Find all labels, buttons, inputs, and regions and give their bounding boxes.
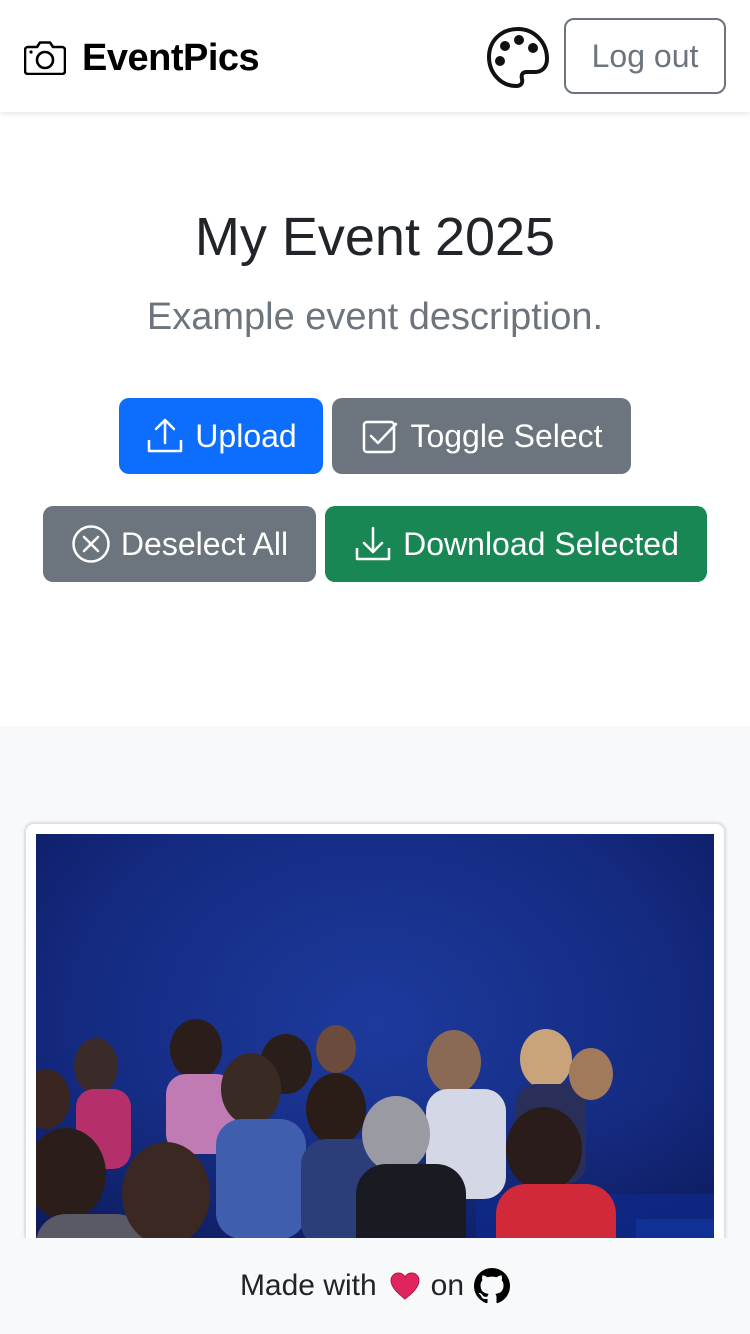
upload-label: Upload (195, 417, 297, 454)
download-selected-label: Download Selected (403, 525, 679, 562)
toggle-select-label: Toggle Select (410, 417, 603, 454)
footer-on-text: on (430, 1269, 465, 1302)
camera-icon (24, 41, 66, 75)
footer: Made with on (0, 1238, 750, 1334)
top-navbar: EventPics Log out (0, 0, 750, 112)
palette-icon (486, 26, 550, 89)
upload-icon (148, 418, 183, 453)
event-header: My Event 2025 Example event description.… (0, 112, 750, 726)
x-circle-icon (72, 525, 110, 563)
footer-made-with-text: Made with (239, 1269, 377, 1302)
event-description: Example event description. (146, 296, 604, 338)
deselect-all-label: Deselect All (120, 525, 289, 562)
page: EventPics Log out My Event 2025 Example … (0, 0, 750, 1334)
brand-name: EventPics (82, 36, 260, 79)
theme-toggle-button[interactable] (486, 26, 550, 90)
download-selected-button[interactable]: Download Selected (325, 506, 707, 582)
logout-button[interactable]: Log out (564, 18, 726, 94)
github-link[interactable] (464, 1268, 511, 1304)
toggle-select-button[interactable]: Toggle Select (332, 398, 631, 474)
github-icon (474, 1268, 511, 1304)
heart-icon (390, 1272, 420, 1300)
brand-link[interactable]: EventPics (24, 36, 260, 80)
upload-button[interactable]: Upload (119, 398, 323, 474)
event-title: My Event 2025 (194, 207, 556, 267)
deselect-all-button[interactable]: Deselect All (43, 506, 316, 582)
download-icon (355, 526, 391, 561)
check-square-icon (363, 420, 398, 454)
